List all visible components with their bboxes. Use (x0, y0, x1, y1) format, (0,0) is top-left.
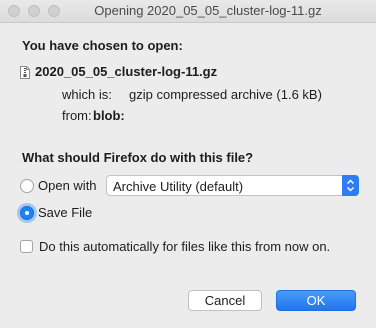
open-with-app-select[interactable]: Archive Utility (default) (106, 175, 359, 196)
file-source-value: blob: (93, 108, 125, 123)
ok-button[interactable]: OK (276, 290, 356, 311)
file-icon (20, 66, 30, 79)
save-file-label[interactable]: Save File (38, 205, 92, 220)
auto-action-checkbox[interactable] (20, 240, 33, 253)
open-with-radio[interactable] (20, 179, 34, 193)
dialog-window: Opening 2020_05_05_cluster-log-11.gz You… (0, 0, 376, 328)
chevron-up-down-icon[interactable] (342, 175, 359, 196)
file-type-value: gzip compressed archive (1.6 kB) (129, 87, 322, 102)
open-with-label[interactable]: Open with (38, 178, 97, 193)
auto-action-label[interactable]: Do this automatically for files like thi… (39, 239, 330, 254)
dialog-heading: You have chosen to open: (22, 38, 183, 53)
open-with-app-value: Archive Utility (default) (113, 179, 244, 194)
file-source-label: from: (62, 108, 92, 123)
save-file-radio[interactable] (20, 206, 34, 220)
action-question: What should Firefox do with this file? (22, 150, 254, 165)
title-bar[interactable]: Opening 2020_05_05_cluster-log-11.gz (0, 0, 376, 23)
cancel-button[interactable]: Cancel (188, 290, 262, 311)
window-title: Opening 2020_05_05_cluster-log-11.gz (94, 3, 322, 18)
file-name: 2020_05_05_cluster-log-11.gz (35, 64, 218, 79)
file-type-label: which is: (62, 87, 112, 102)
